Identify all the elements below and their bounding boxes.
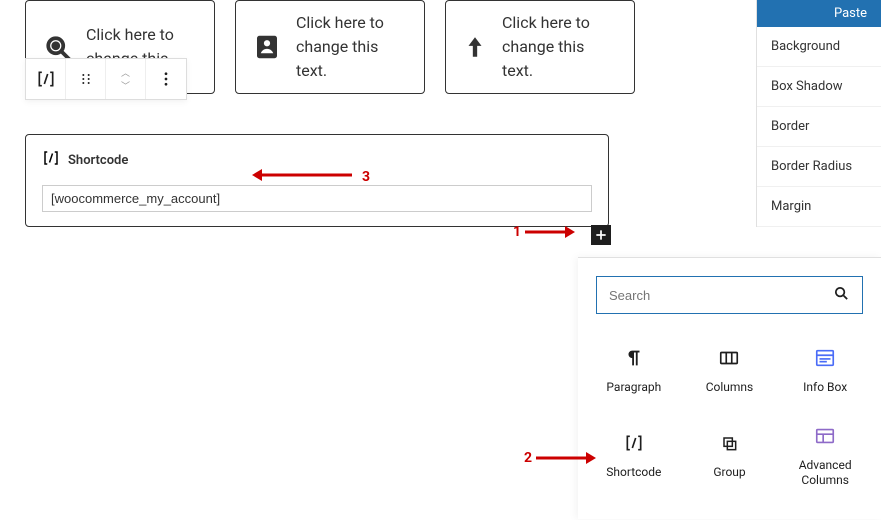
block-label: Columns [706,380,754,396]
shortcode-icon [622,431,646,455]
arrow-right-icon [536,451,596,465]
search-icon [833,285,850,306]
search-input[interactable] [609,288,833,303]
advanced-columns-icon [813,424,837,448]
info-box[interactable]: Click here to change this text. [235,0,425,94]
block-shortcode[interactable]: Shortcode [586,410,682,503]
block-label: Info Box [803,380,847,396]
block-columns[interactable]: Columns [682,332,778,410]
sidebar-item-background[interactable]: Background [757,27,881,67]
sidebar-item-border[interactable]: Border [757,107,881,147]
sidebar-item-margin[interactable]: Margin [757,187,881,227]
block-group[interactable]: Group [682,410,778,503]
more-options-icon[interactable] [146,59,186,99]
shortcode-icon [42,149,60,171]
block-label: Group [713,465,745,481]
arrow-up-icon [462,32,488,62]
block-advanced-columns[interactable]: Advanced Columns [777,410,873,503]
sidebar-item-box-shadow[interactable]: Box Shadow [757,67,881,107]
shortcode-block-icon[interactable] [26,59,66,99]
contact-card-icon [252,32,282,62]
chevron-down-icon: ﹀ [121,79,130,92]
chevron-up-icon: ︿ [121,66,130,79]
search-box[interactable] [596,276,863,314]
block-paragraph[interactable]: Paragraph [586,332,682,410]
block-label: Shortcode [606,465,661,481]
block-label: Advanced Columns [781,458,869,489]
block-inserter: Paragraph Columns Info Box Shortcode Gro… [578,257,881,519]
block-label: Paragraph [606,380,661,396]
sidebar-panel: Paste Background Box Shadow Border Borde… [756,0,881,227]
columns-icon [717,346,741,370]
group-icon [717,431,741,455]
annotation-2: 2 [524,450,596,466]
block-info-box[interactable]: Info Box [777,332,873,410]
add-block-button[interactable] [591,225,611,245]
annotation-1: 1 [513,224,575,240]
move-up-down[interactable]: ︿ ﹀ [106,59,146,99]
arrow-right-icon [525,225,575,239]
shortcode-label: Shortcode [68,153,128,168]
arrow-left-icon [252,168,352,186]
annotation-3: 3 [252,168,370,186]
info-box-text[interactable]: Click here to change this text. [296,11,408,83]
info-box[interactable]: Click here to change this text. [445,0,635,94]
info-box-text[interactable]: Click here to change this text. [502,11,618,83]
block-toolbar: ︿ ﹀ [25,58,187,100]
sidebar-item-border-radius[interactable]: Border Radius [757,147,881,187]
shortcode-input[interactable] [42,185,592,212]
drag-handle-icon[interactable] [66,59,106,99]
paste-button[interactable]: Paste [757,0,881,27]
info-box-icon [813,346,837,370]
paragraph-icon [622,346,646,370]
